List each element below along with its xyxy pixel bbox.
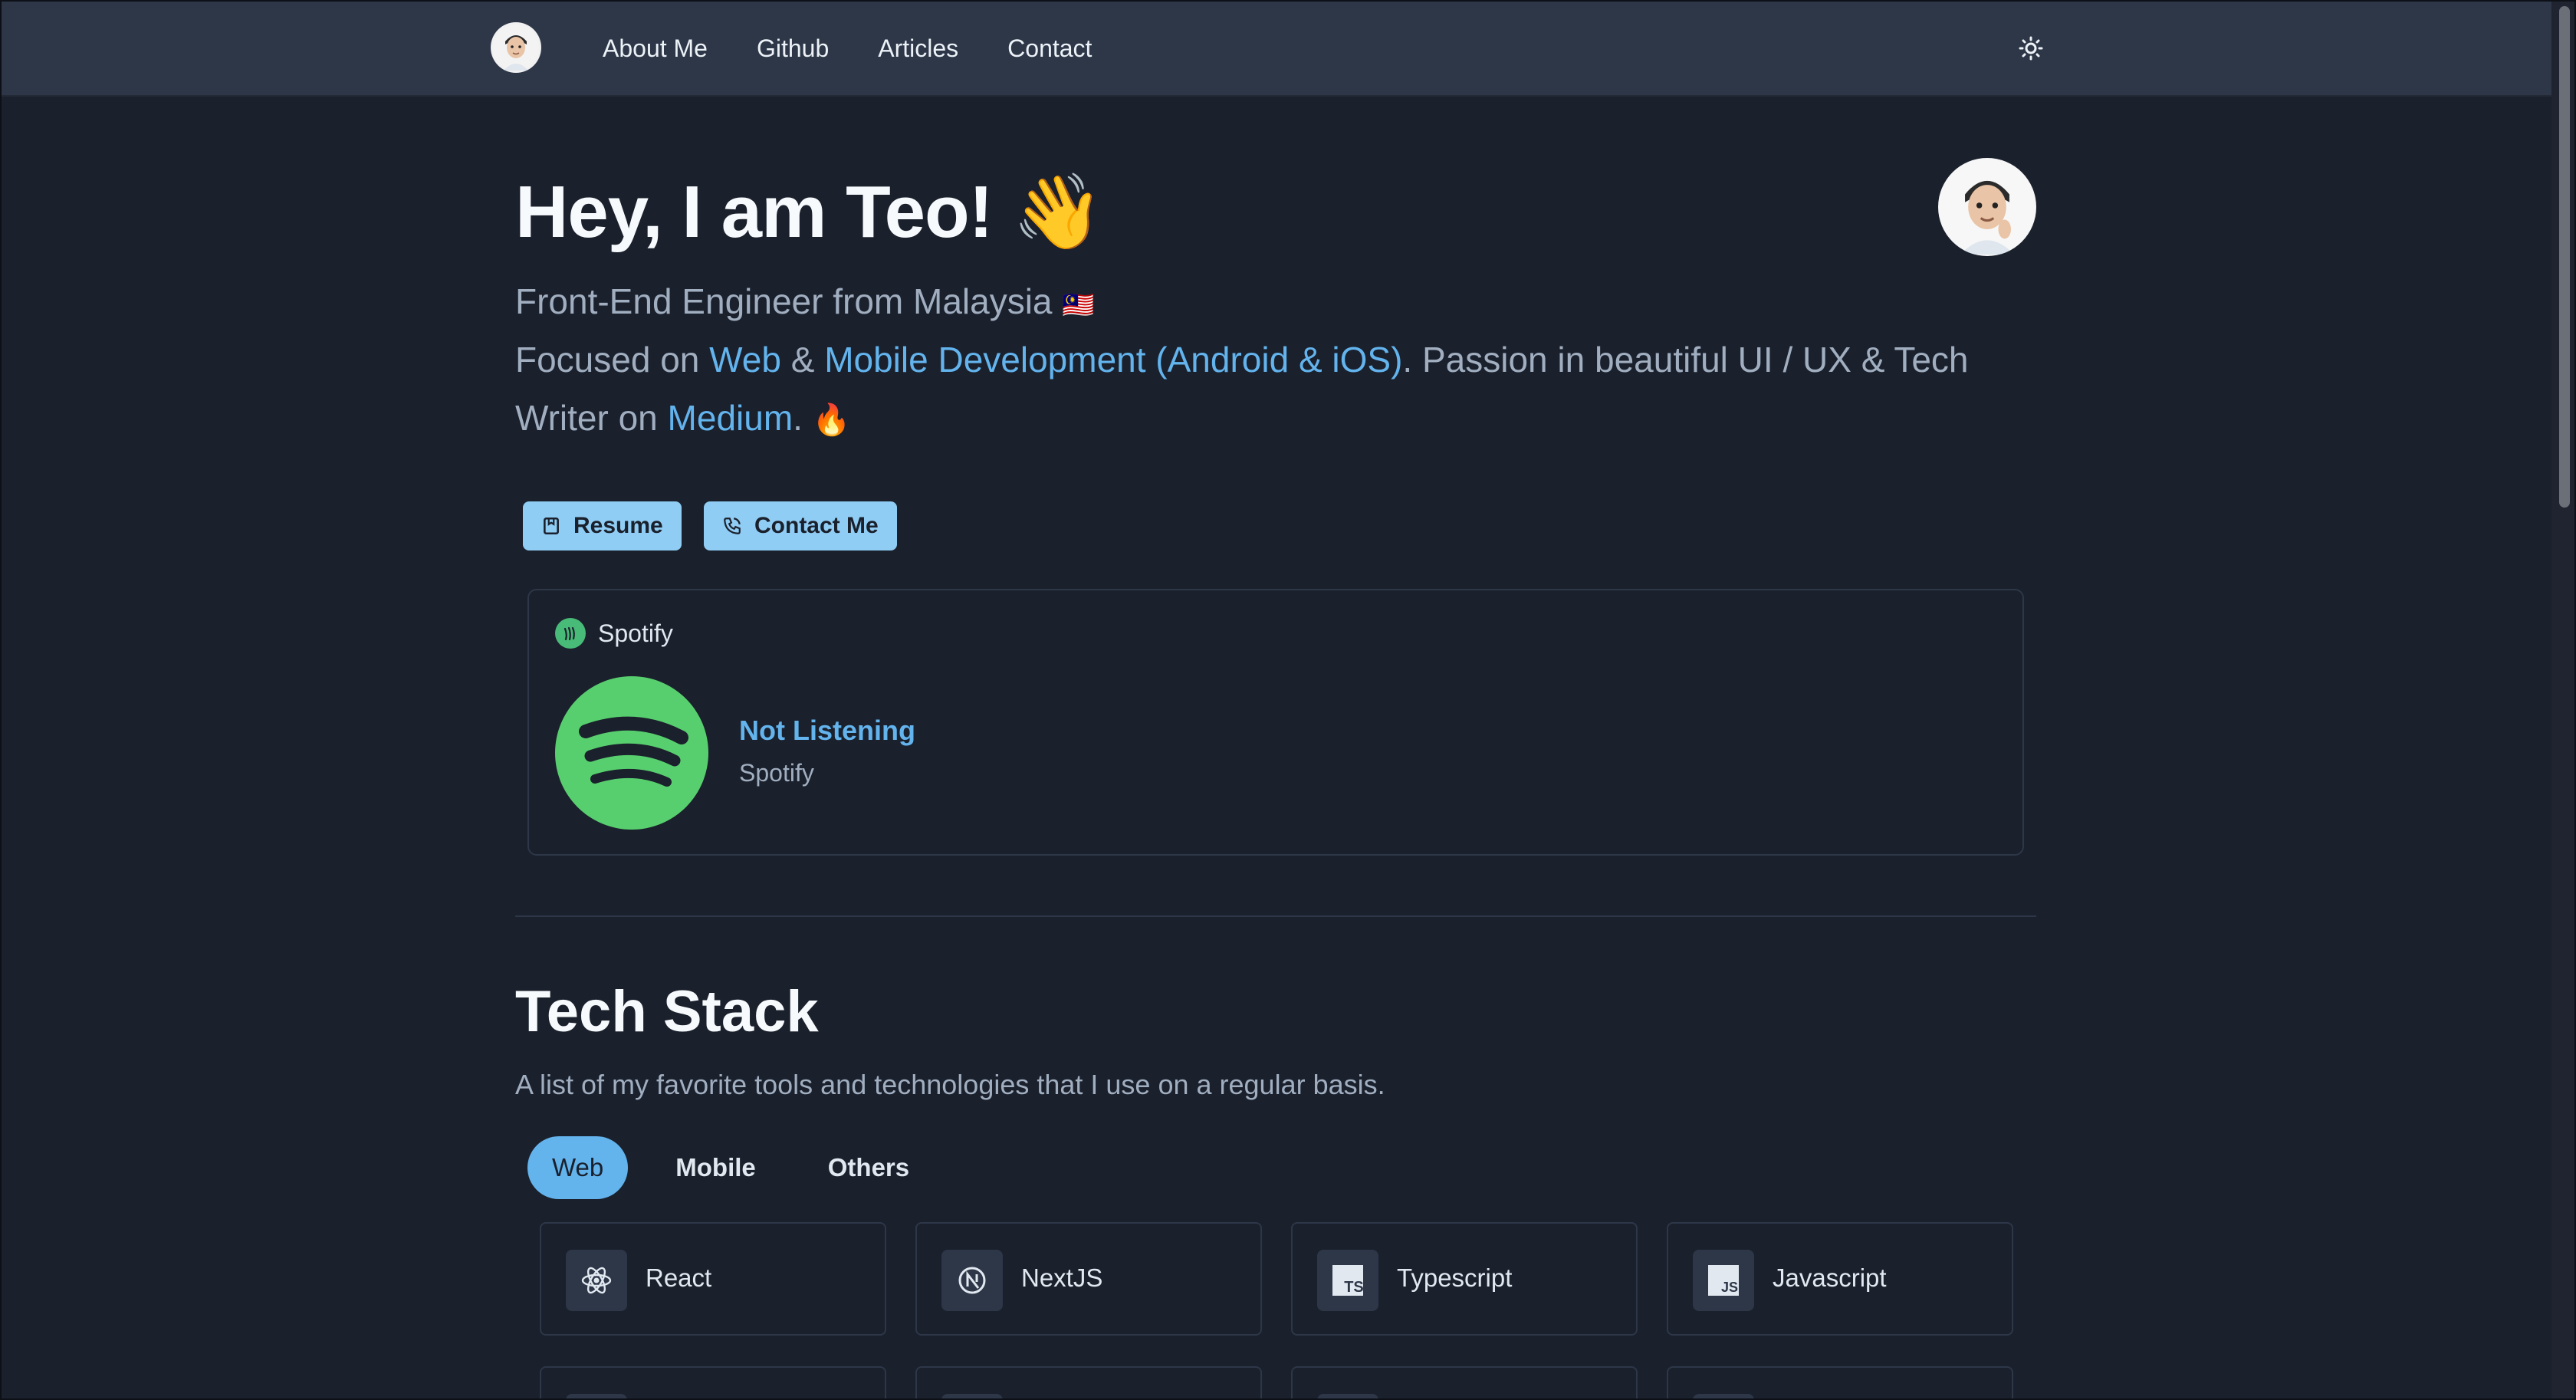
medium-link[interactable]: Medium (668, 398, 794, 438)
phone-icon (724, 518, 741, 534)
hero-line-1: Front-End Engineer from Malaysia 🇲🇾 (515, 281, 1095, 322)
tech-item-partial[interactable] (1667, 1366, 2013, 1400)
svg-text:TS: TS (1344, 1279, 1364, 1296)
tech-item-partial[interactable] (540, 1366, 886, 1400)
spotify-source: Spotify (739, 759, 814, 787)
section-divider (515, 915, 2036, 917)
spotify-small-icon (555, 618, 586, 649)
tech-item-label: React (646, 1264, 712, 1292)
fire-icon: 🔥 (812, 403, 851, 437)
tech-stack-subtitle: A list of my favorite tools and technolo… (515, 1069, 1385, 1100)
nav-avatar[interactable] (491, 22, 541, 73)
malaysia-flag-icon: 🇲🇾 (1062, 291, 1095, 320)
spotify-card: Spotify Not Listening Spotify (527, 589, 2024, 856)
javascript-icon: JS (1693, 1250, 1754, 1311)
typescript-icon: TS (1317, 1250, 1378, 1311)
tech-item-partial[interactable] (1291, 1366, 1638, 1400)
tech-stack-title: Tech Stack (515, 979, 819, 1044)
mobile-development-link[interactable]: Mobile Development (Android & iOS) (824, 340, 1402, 380)
resume-button[interactable]: Resume (523, 501, 682, 550)
spotify-header: Spotify (555, 618, 673, 649)
scrollbar-thumb[interactable] (2559, 6, 2570, 508)
tech-icon-partial (941, 1394, 1003, 1400)
hero-writer-period: . (793, 398, 803, 438)
nav-link-about-me[interactable]: About Me (603, 35, 708, 63)
tech-item-typescript[interactable]: TS Typescript (1291, 1222, 1638, 1336)
memoji-avatar-icon (1940, 159, 2035, 255)
tab-web[interactable]: Web (527, 1136, 629, 1199)
sun-icon (2019, 36, 2043, 61)
tech-item-react[interactable]: React (540, 1222, 886, 1336)
hero-line-2: Focused on Web & Mobile Development (And… (515, 339, 1969, 380)
memoji-avatar-icon (493, 25, 539, 71)
hero-avatar (1938, 158, 2036, 256)
hero-title: Hey, I am Teo! 👋 (515, 169, 1104, 255)
theme-toggle-button[interactable] (2013, 31, 2049, 66)
contact-me-label: Contact Me (754, 513, 879, 538)
hero-line-3: Writer on Medium. 🔥 (515, 397, 851, 439)
tech-item-label: Javascript (1773, 1264, 1887, 1292)
tech-icon-partial (1317, 1394, 1378, 1400)
tab-mobile[interactable]: Mobile (651, 1136, 780, 1199)
top-navbar: About Me Github Articles Contact (0, 0, 2551, 97)
svg-text:JS: JS (1721, 1280, 1738, 1295)
wave-emoji: 👋 (1012, 169, 1104, 255)
tech-item-label: Typescript (1397, 1264, 1513, 1292)
hero-writer-prefix: Writer on (515, 398, 668, 438)
react-icon (566, 1250, 627, 1311)
hero-passion-text: . Passion in beautiful UI / UX & Tech (1402, 340, 1969, 380)
tech-icon-partial (1693, 1394, 1754, 1400)
nav-link-contact[interactable]: Contact (1007, 35, 1092, 63)
nav-link-articles[interactable]: Articles (878, 35, 958, 63)
tech-item-nextjs[interactable]: NextJS (915, 1222, 1262, 1336)
spotify-status[interactable]: Not Listening (739, 715, 915, 747)
tech-icon-partial (566, 1394, 627, 1400)
hero-role-text: Front-End Engineer from Malaysia (515, 281, 1053, 321)
spotify-header-label: Spotify (598, 619, 673, 647)
hero-focus-prefix: Focused on (515, 340, 710, 380)
hero-focus-and: & (780, 340, 825, 380)
web-link[interactable]: Web (709, 340, 781, 380)
greeting-text: Hey, I am Teo! (515, 171, 994, 253)
contact-me-button[interactable]: Contact Me (704, 501, 897, 550)
spotify-logo-icon (555, 676, 708, 830)
nav-link-github[interactable]: Github (757, 35, 829, 63)
tab-others[interactable]: Others (803, 1136, 934, 1199)
tech-stack-tabs: Web Mobile Others (527, 1136, 957, 1199)
document-icon (544, 517, 559, 535)
tech-item-partial[interactable] (915, 1366, 1262, 1400)
nextjs-icon (941, 1250, 1003, 1311)
tech-item-label: NextJS (1021, 1264, 1103, 1292)
resume-label: Resume (573, 513, 663, 538)
tech-item-javascript[interactable]: JS Javascript (1667, 1222, 2013, 1336)
